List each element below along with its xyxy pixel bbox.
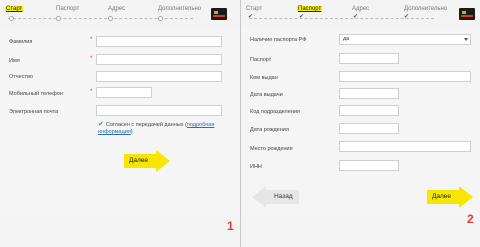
- step-start[interactable]: Старт: [5, 6, 24, 12]
- step-additional[interactable]: Дополнительно: [158, 6, 201, 12]
- field-label-passport: Паспорт: [250, 57, 272, 63]
- next-button[interactable]: Далее: [124, 150, 172, 172]
- check-icon: ✔: [353, 14, 359, 20]
- step-number: 1: [227, 219, 234, 233]
- field-label-email: Электронная почта: [9, 109, 59, 115]
- has-passport-value: да: [343, 36, 350, 42]
- progress-track: [8, 18, 193, 19]
- consent-text: Согласен с передачей данных (: [105, 122, 187, 128]
- birth-place-input[interactable]: [339, 141, 471, 152]
- step-address[interactable]: Адрес: [108, 6, 125, 12]
- required-mark: *: [90, 89, 93, 95]
- arrow-right-icon: [459, 186, 473, 208]
- step-number: 2: [467, 212, 474, 226]
- step-address[interactable]: Адрес: [352, 6, 369, 12]
- checkmark-icon: ✔: [98, 121, 104, 128]
- progress-steps: Старт Паспорт Адрес Дополнительно: [0, 3, 240, 27]
- has-passport-select[interactable]: да: [339, 34, 471, 45]
- step-dot: [9, 16, 14, 21]
- division-code-input[interactable]: [339, 105, 399, 116]
- email-input[interactable]: [96, 105, 222, 116]
- field-label-division-code: Код подразделения: [250, 109, 300, 115]
- chevron-down-icon: [464, 38, 468, 41]
- step-dot: [158, 16, 163, 21]
- step-passport[interactable]: Паспорт: [297, 6, 323, 12]
- bank-card-icon: [211, 8, 227, 20]
- back-button-label: Назад: [274, 193, 293, 200]
- birth-date-input[interactable]: [339, 123, 399, 134]
- field-label-name: Имя: [9, 58, 20, 64]
- field-label-has-passport: Наличие паспорта РФ: [250, 37, 307, 43]
- step-additional[interactable]: Дополнительно: [404, 6, 447, 12]
- field-label-issue-date: Дата выдачи: [250, 92, 283, 98]
- field-label-birth-date: Дата рождения: [250, 127, 289, 133]
- field-label-patronymic: Отчество: [9, 74, 33, 80]
- issued-by-input[interactable]: [339, 71, 471, 82]
- phone-input[interactable]: [96, 87, 152, 98]
- surname-input[interactable]: [96, 36, 222, 47]
- issue-date-input[interactable]: [339, 88, 399, 99]
- check-icon: ✔: [299, 14, 305, 20]
- next-button-label: Далее: [432, 193, 452, 200]
- inn-input[interactable]: [339, 160, 399, 171]
- step-passport[interactable]: Паспорт: [56, 6, 79, 12]
- next-button[interactable]: Далее: [427, 186, 475, 208]
- field-label-inn: ИНН: [250, 164, 262, 170]
- patronymic-input[interactable]: [96, 71, 222, 82]
- bank-card-icon: [459, 8, 475, 20]
- arrow-right-icon: [156, 150, 170, 172]
- field-label-issued-by: Кем выдан: [250, 75, 278, 81]
- consent-text-end: ): [130, 129, 133, 135]
- required-mark: *: [90, 37, 93, 43]
- consent-checkbox[interactable]: ✔ Согласен с передачей данных (подробная …: [98, 121, 226, 136]
- field-label-phone: Мобильный телефон: [9, 91, 63, 97]
- passport-input[interactable]: [339, 53, 399, 64]
- step-dot: [56, 16, 61, 21]
- required-mark: *: [90, 56, 93, 62]
- check-icon: ✔: [404, 14, 410, 20]
- name-input[interactable]: [96, 54, 222, 65]
- field-label-birth-place: Место рождения: [250, 146, 293, 152]
- step-start[interactable]: Старт: [246, 6, 262, 12]
- arrow-left-icon: [252, 186, 266, 208]
- field-label-surname: Фамилия: [9, 39, 33, 45]
- progress-steps: Старт ✔ Паспорт ✔ Адрес ✔ Дополнительно …: [241, 3, 480, 27]
- step-dot: [108, 16, 113, 21]
- next-button-label: Далее: [129, 157, 149, 164]
- step2-panel: Старт ✔ Паспорт ✔ Адрес ✔ Дополнительно …: [240, 0, 480, 247]
- back-button[interactable]: Назад: [252, 186, 300, 208]
- check-icon: ✔: [248, 14, 254, 20]
- step1-panel: Старт Паспорт Адрес Дополнительно Фамили…: [0, 0, 240, 247]
